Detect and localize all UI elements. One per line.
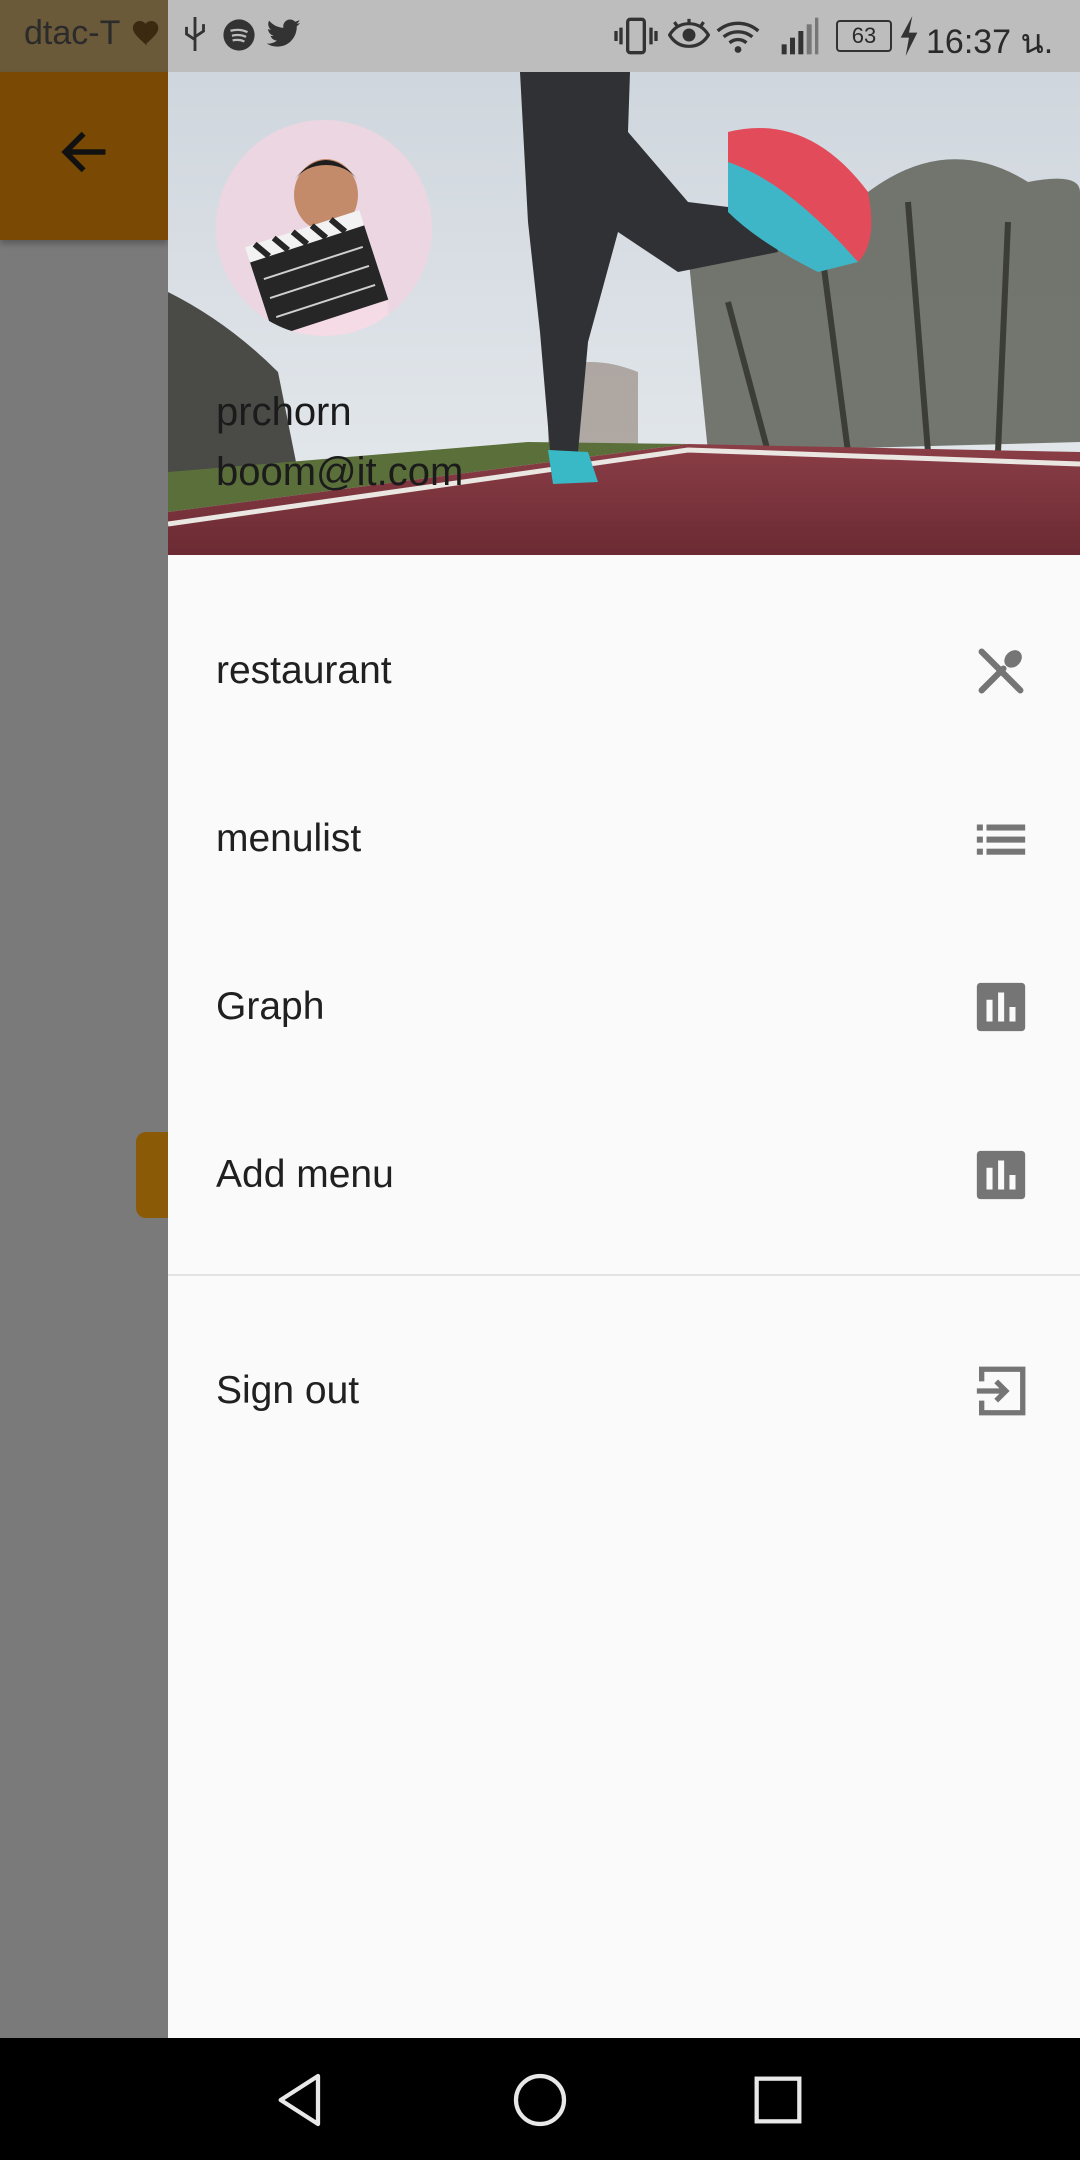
heart-icon xyxy=(132,20,159,46)
drawer-item-restaurant[interactable]: restaurant xyxy=(168,587,1080,755)
spotify-icon xyxy=(223,19,255,51)
back-arrow-icon[interactable] xyxy=(56,124,112,180)
status-bar: dtac-T 63 16:37 น. xyxy=(0,0,1080,72)
system-nav-bar xyxy=(0,2038,1080,2160)
drawer-item-add-menu[interactable]: Add menu xyxy=(168,1091,1080,1259)
recents-square-icon[interactable] xyxy=(746,2068,810,2132)
battery-icon: 63 xyxy=(836,20,892,52)
drawer-header: prchorn boom@it.com xyxy=(168,72,1080,555)
utensils-icon xyxy=(978,648,1024,694)
avatar[interactable] xyxy=(216,120,432,336)
vibrate-icon xyxy=(614,17,658,55)
drawer-item-label: Graph xyxy=(216,985,325,1028)
user-name: prchorn xyxy=(216,390,352,434)
wifi-icon xyxy=(716,21,760,53)
drawer-divider xyxy=(168,1274,1080,1276)
navigation-drawer: prchorn boom@it.com restaurant menulist … xyxy=(168,72,1080,2038)
bar-chart-icon xyxy=(976,1150,1026,1200)
clock: 16:37 น. xyxy=(926,23,1054,61)
avatar-image xyxy=(216,120,432,336)
home-circle-icon[interactable] xyxy=(508,2068,572,2132)
usb-icon xyxy=(185,17,205,51)
eye-icon xyxy=(668,18,710,48)
user-email: boom@it.com xyxy=(216,450,464,494)
list-icon xyxy=(976,824,1026,855)
exit-icon xyxy=(976,1366,1026,1416)
bar-chart-icon xyxy=(976,982,1026,1032)
drawer-item-label: menulist xyxy=(216,817,362,860)
signal-icon xyxy=(781,17,819,55)
back-triangle-icon[interactable] xyxy=(270,2068,334,2132)
charging-icon xyxy=(900,16,918,56)
carrier-name: dtac-T xyxy=(24,14,121,52)
sign-out-button[interactable]: Sign out xyxy=(168,1307,1080,1475)
drawer-item-label: restaurant xyxy=(216,649,392,692)
drawer-item-label: Add menu xyxy=(216,1153,394,1196)
sign-out-label: Sign out xyxy=(216,1369,360,1412)
drawer-item-menulist[interactable]: menulist xyxy=(168,755,1080,923)
twitter-icon xyxy=(266,19,301,47)
drawer-item-graph[interactable]: Graph xyxy=(168,923,1080,1091)
